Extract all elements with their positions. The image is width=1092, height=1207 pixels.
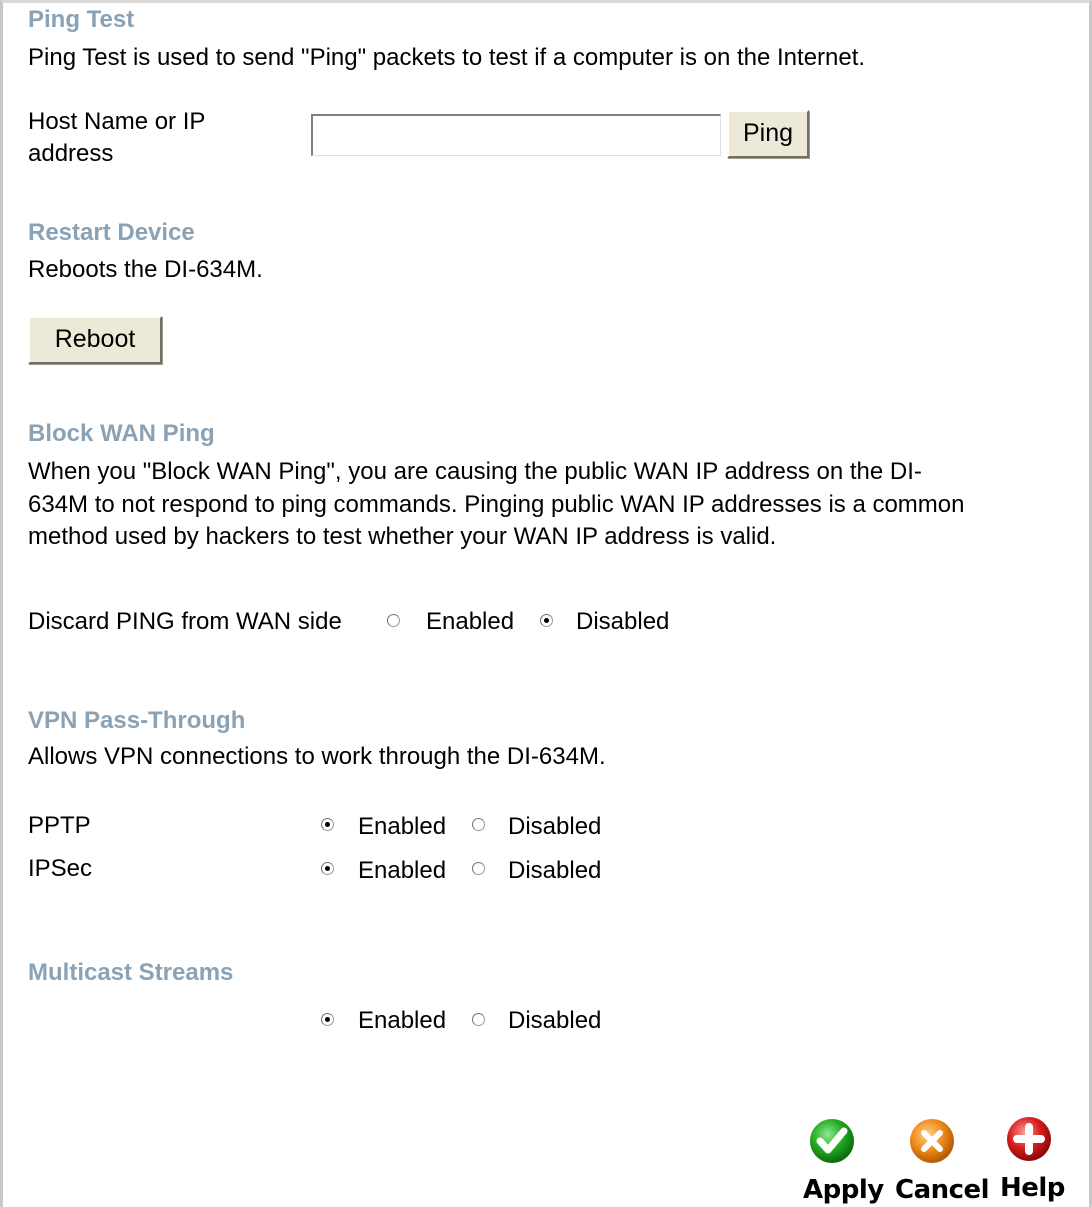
multicast-enabled-label: Enabled (358, 1007, 447, 1034)
block-wan-ping-heading: Block WAN Ping (28, 420, 215, 447)
host-input[interactable] (311, 114, 721, 156)
help-label[interactable]: Help (1000, 1173, 1065, 1203)
ping-button[interactable]: Ping (727, 110, 809, 158)
discard-ping-disabled-label: Disabled (576, 608, 670, 635)
ipsec-enabled-radio[interactable] (321, 862, 334, 875)
ipsec-disabled-label: Disabled (508, 857, 602, 884)
block-wan-ping-desc-line1: When you "Block WAN Ping", you are causi… (28, 458, 922, 485)
restart-device-heading: Restart Device (28, 219, 195, 246)
plus-icon[interactable] (1005, 1115, 1053, 1163)
block-wan-ping-desc-line3: method used by hackers to test whether y… (28, 523, 777, 550)
ipsec-label: IPSec (28, 855, 93, 882)
host-label-line1: Host Name or IP (28, 108, 206, 135)
pptp-disabled-label: Disabled (508, 813, 602, 840)
multicast-enabled-radio[interactable] (321, 1013, 334, 1026)
discard-ping-enabled-radio[interactable] (387, 614, 400, 627)
pptp-enabled-label: Enabled (358, 813, 447, 840)
block-wan-ping-desc-line2: 634M to not respond to ping commands. Pi… (28, 491, 965, 518)
cancel-label[interactable]: Cancel (895, 1175, 990, 1205)
pptp-label: PPTP (28, 812, 91, 839)
discard-ping-disabled-radio[interactable] (540, 614, 553, 627)
pptp-disabled-radio[interactable] (472, 818, 485, 831)
multicast-disabled-radio[interactable] (472, 1013, 485, 1026)
multicast-disabled-label: Disabled (508, 1007, 602, 1034)
discard-ping-label: Discard PING from WAN side (28, 608, 342, 635)
ipsec-enabled-label: Enabled (358, 857, 447, 884)
ping-test-heading: Ping Test (28, 6, 135, 33)
check-icon[interactable] (808, 1117, 856, 1165)
x-icon[interactable] (908, 1117, 956, 1165)
host-label-line2: address (28, 140, 114, 167)
ping-test-description: Ping Test is used to send "Ping" packets… (28, 44, 866, 71)
vpn-pass-through-description: Allows VPN connections to work through t… (28, 743, 606, 770)
vpn-pass-through-heading: VPN Pass-Through (28, 707, 246, 734)
restart-device-description: Reboots the DI-634M. (28, 256, 263, 283)
ipsec-disabled-radio[interactable] (472, 862, 485, 875)
pptp-enabled-radio[interactable] (321, 818, 334, 831)
multicast-streams-heading: Multicast Streams (28, 959, 234, 986)
discard-ping-enabled-label: Enabled (426, 608, 515, 635)
apply-label[interactable]: Apply (803, 1175, 884, 1205)
reboot-button[interactable]: Reboot (28, 316, 162, 364)
